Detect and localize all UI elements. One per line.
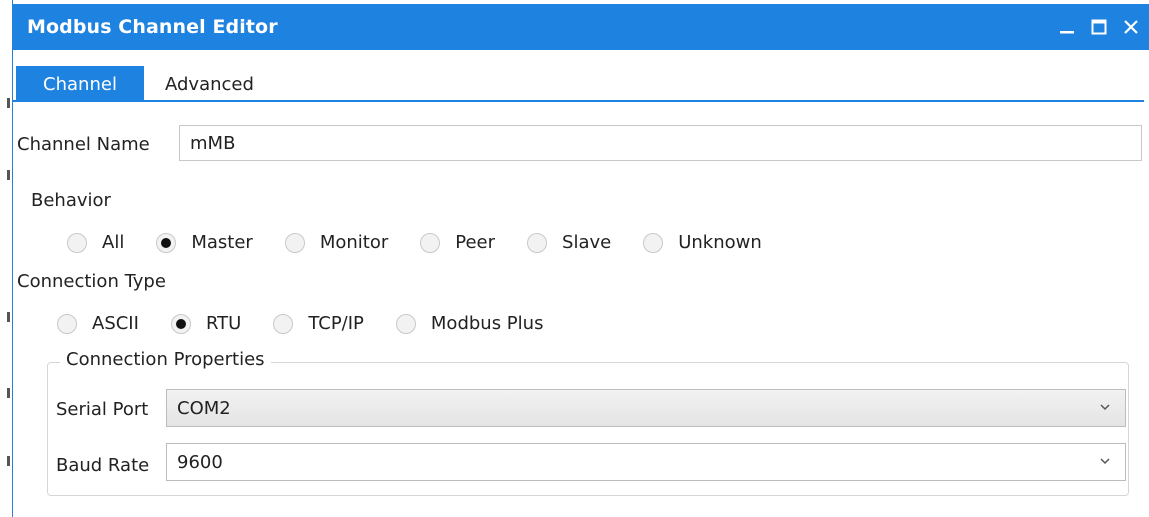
minimize-icon — [1060, 31, 1074, 34]
minimize-button[interactable] — [1052, 12, 1082, 42]
radio-unchecked-icon — [395, 313, 416, 334]
radio-label: TCP/IP — [308, 313, 364, 334]
radio-label: Slave — [562, 232, 612, 253]
connection-type-label: Connection Type — [17, 271, 166, 292]
maximize-icon — [1091, 19, 1107, 35]
connection-option-tcp-ip[interactable]: TCP/IP — [273, 313, 364, 334]
serial-port-label: Serial Port — [56, 399, 149, 420]
radio-unchecked-icon — [643, 232, 664, 253]
baud-rate-label: Baud Rate — [56, 455, 150, 476]
behavior-option-master[interactable]: Master — [156, 232, 253, 253]
radio-unchecked-icon — [67, 232, 87, 253]
connection-option-rtu[interactable]: RTU — [170, 313, 242, 334]
maximize-button[interactable] — [1084, 12, 1114, 42]
connection-properties-legend: Connection Properties — [60, 349, 271, 370]
radio-unchecked-icon — [273, 313, 294, 334]
chevron-down-icon — [1100, 458, 1110, 465]
title-bar[interactable]: Modbus Channel Editor — [13, 4, 1149, 50]
channel-name-input[interactable]: mMB — [179, 125, 1142, 161]
radio-label: ASCII — [92, 313, 139, 334]
serial-port-dropdown[interactable]: COM2 — [166, 389, 1126, 427]
tab-advanced[interactable]: Advanced — [149, 66, 270, 102]
behavior-option-all[interactable]: All — [67, 232, 124, 253]
radio-label: Unknown — [678, 232, 762, 253]
radio-checked-icon — [170, 313, 191, 334]
connection-properties-group: Connection Properties Serial Port COM2 B… — [47, 349, 1129, 496]
radio-checked-icon — [156, 232, 177, 253]
behavior-option-unknown[interactable]: Unknown — [643, 232, 762, 253]
connection-option-ascii[interactable]: ASCII — [57, 313, 139, 334]
serial-port-value: COM2 — [177, 397, 231, 419]
radio-unchecked-icon — [284, 232, 305, 253]
radio-unchecked-icon — [527, 232, 548, 253]
chevron-down-icon — [1100, 404, 1110, 411]
baud-rate-combobox[interactable]: 9600 — [166, 443, 1126, 481]
connection-option-modbus-plus[interactable]: Modbus Plus — [395, 313, 544, 334]
channel-name-label: Channel Name — [17, 134, 150, 155]
radio-label: Monitor — [319, 232, 389, 253]
behavior-option-slave[interactable]: Slave — [527, 232, 611, 253]
close-icon — [1124, 20, 1138, 34]
radio-label: RTU — [205, 313, 242, 334]
tab-channel[interactable]: Channel — [16, 66, 144, 102]
modbus-channel-editor-window: Modbus Channel Editor Channel Advanced C… — [12, 0, 1149, 517]
window-title: Modbus Channel Editor — [27, 16, 278, 38]
close-button[interactable] — [1116, 12, 1146, 42]
behavior-option-peer[interactable]: Peer — [420, 232, 495, 253]
window-controls — [1052, 12, 1146, 42]
tab-strip: Channel Advanced — [13, 62, 1144, 102]
radio-label: Peer — [455, 232, 496, 253]
radio-unchecked-icon — [57, 313, 77, 334]
behavior-option-monitor[interactable]: Monitor — [284, 232, 389, 253]
radio-label: All — [102, 232, 125, 253]
baud-rate-value: 9600 — [177, 451, 223, 473]
behavior-label: Behavior — [31, 190, 111, 211]
radio-label: Master — [191, 232, 253, 253]
connection-type-radio-group: ASCII RTU TCP/IP Modbus Plus — [57, 313, 575, 334]
radio-label: Modbus Plus — [430, 313, 544, 334]
behavior-radio-group: All Master Monitor Peer Slave Unknown — [67, 232, 794, 253]
radio-unchecked-icon — [420, 232, 441, 253]
